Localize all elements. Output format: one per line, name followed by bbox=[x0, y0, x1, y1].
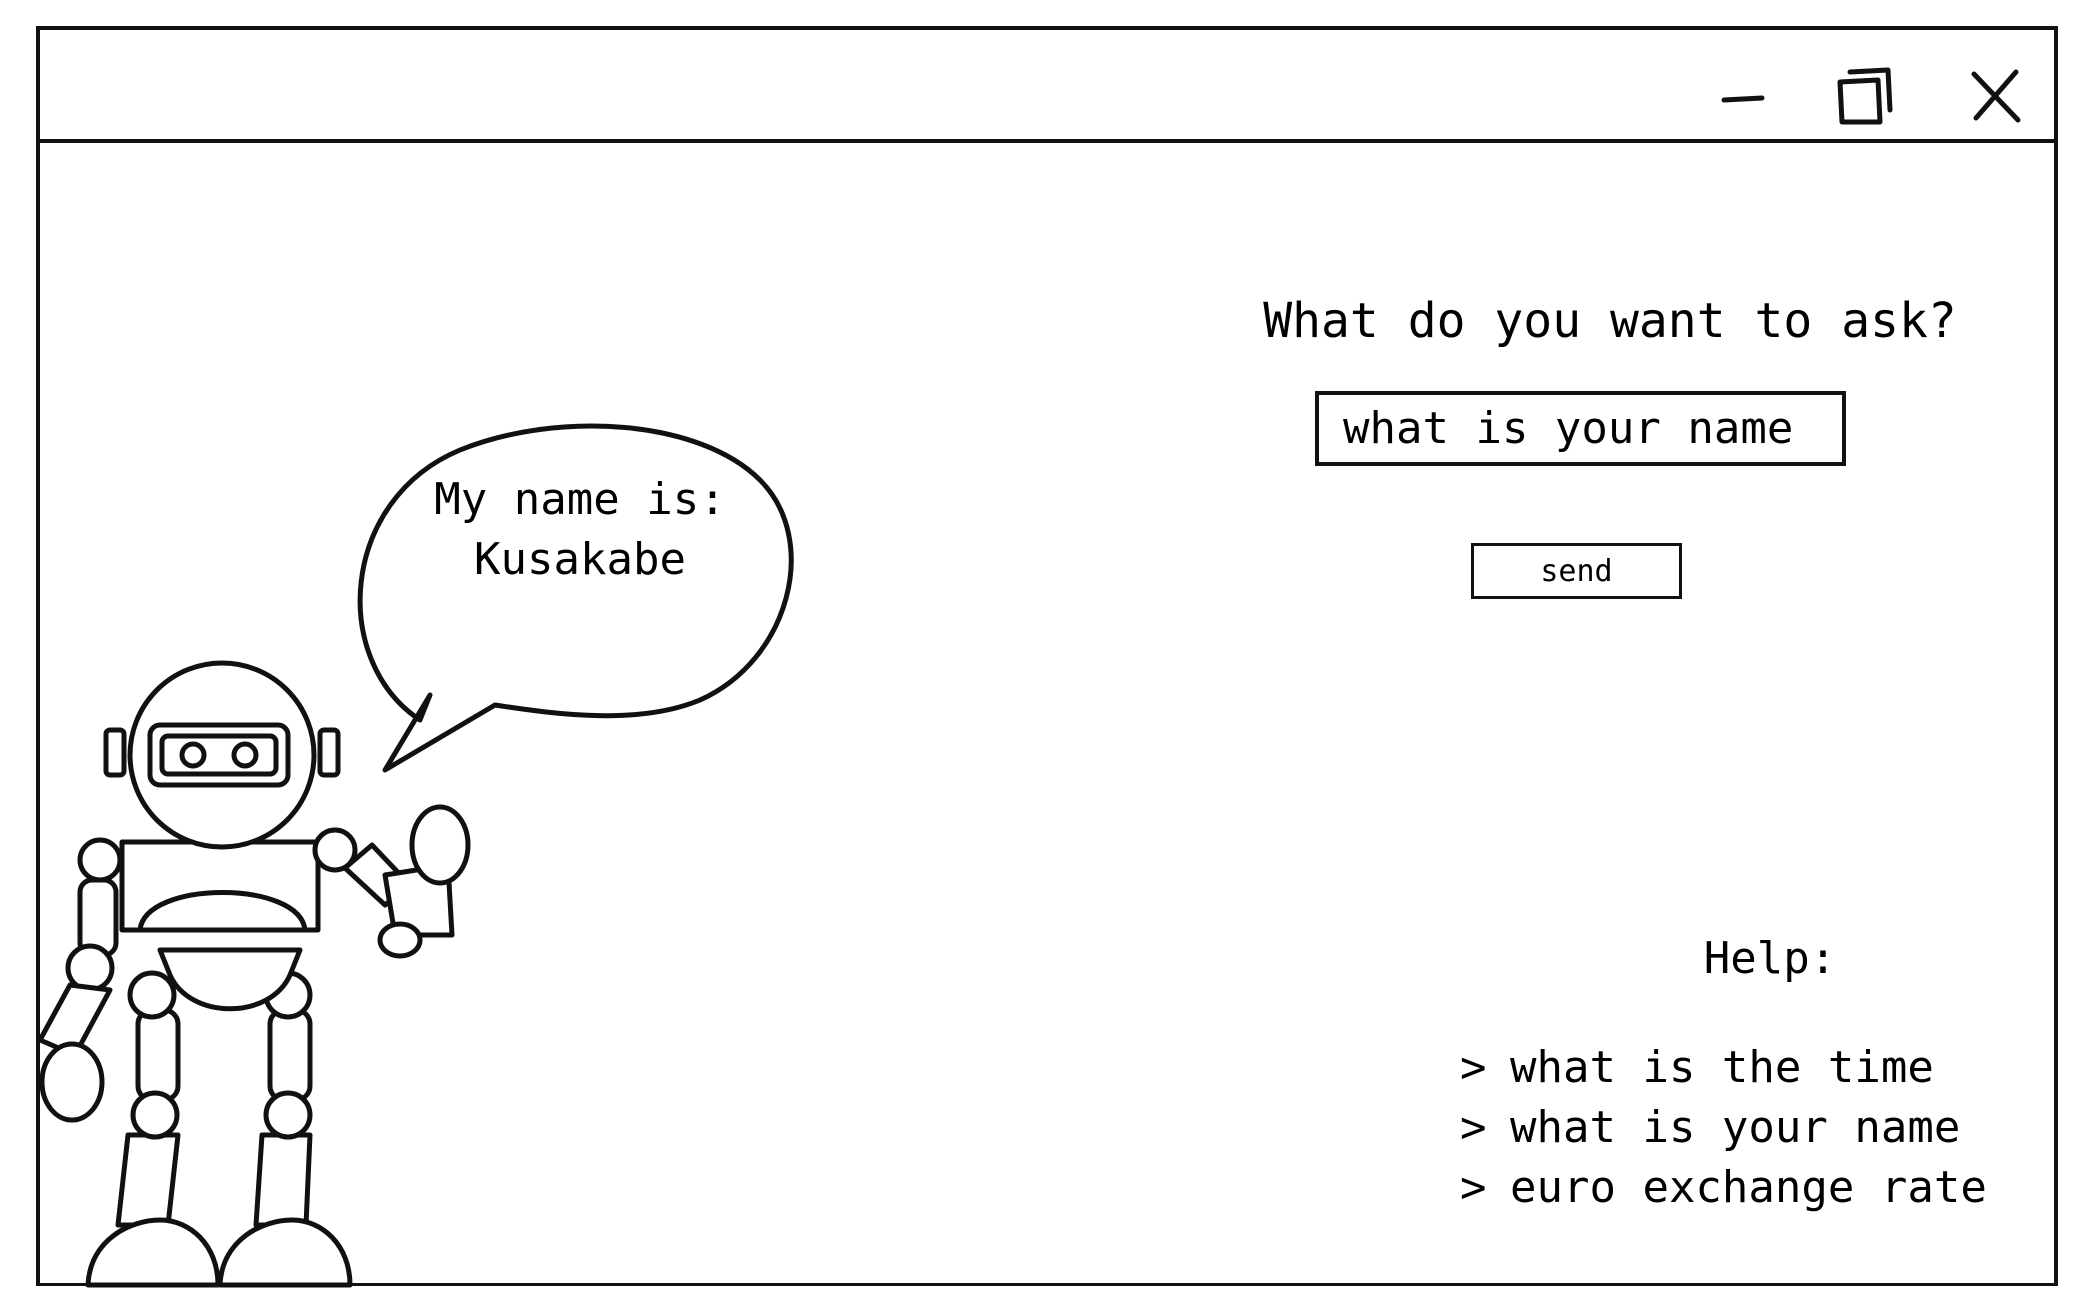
minimize-button[interactable] bbox=[1710, 60, 1780, 130]
help-item-time[interactable]: > what is the time bbox=[1460, 1038, 1987, 1098]
chevron-right-icon: > bbox=[1460, 1102, 1487, 1153]
ask-input[interactable] bbox=[1315, 391, 1846, 466]
maximize-icon bbox=[1837, 67, 1893, 125]
help-item-exchange-rate[interactable]: > euro exchange rate bbox=[1460, 1158, 1987, 1218]
close-button[interactable] bbox=[1960, 60, 2030, 130]
chevron-right-icon: > bbox=[1460, 1162, 1487, 1213]
maximize-button[interactable] bbox=[1830, 60, 1900, 130]
minimize-icon bbox=[1721, 95, 1765, 103]
send-button[interactable]: send bbox=[1471, 543, 1682, 599]
close-icon bbox=[1971, 69, 2021, 123]
help-list: > what is the time > what is your name > eu… bbox=[1460, 1038, 1987, 1218]
app-window: What do you want to ask? send Help: > wha… bbox=[36, 26, 2058, 1286]
main-content: What do you want to ask? send Help: > wha… bbox=[40, 143, 2054, 1283]
help-item-name[interactable]: > what is your name bbox=[1460, 1098, 1987, 1158]
question-heading: What do you want to ask? bbox=[1263, 293, 1957, 349]
title-bar bbox=[40, 30, 2054, 143]
help-title: Help: bbox=[1703, 933, 1837, 984]
help-item-label: euro exchange rate bbox=[1510, 1162, 1987, 1213]
chevron-right-icon: > bbox=[1460, 1042, 1487, 1093]
help-item-label: what is your name bbox=[1510, 1102, 1961, 1153]
help-item-label: what is the time bbox=[1510, 1042, 1934, 1093]
